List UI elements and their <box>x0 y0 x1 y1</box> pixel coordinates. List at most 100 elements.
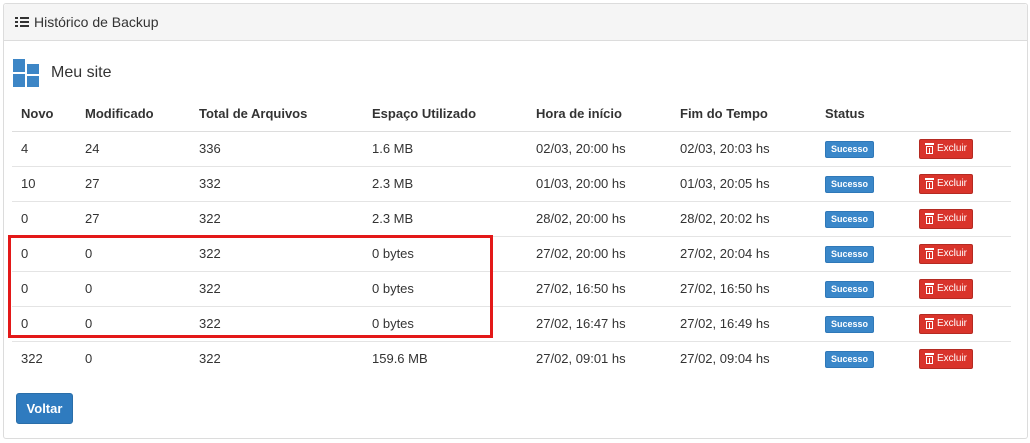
table-row: 4 24 336 1.6 MB 02/03, 20:00 hs 02/03, 20:03 … <box>12 131 1011 166</box>
delete-label: Excluir <box>937 318 968 329</box>
site-header: Meu site <box>13 59 111 87</box>
cell-actions: Excluir <box>910 165 1011 201</box>
cell-fim: 02/03, 20:03 hs <box>680 141 770 156</box>
col-header-novo: Novo <box>12 97 76 132</box>
col-header-total: Total de Arquivos <box>190 97 363 132</box>
delete-button[interactable]: Excluir <box>919 278 974 299</box>
cell-actions: Excluir <box>910 340 1011 376</box>
trash-icon <box>925 213 934 224</box>
delete-button[interactable]: Excluir <box>919 138 974 159</box>
table-row: 322 0 322 159.6 MB 27/02, 09:01 hs 27/02, 09:… <box>12 340 1011 376</box>
delete-button[interactable]: Excluir <box>919 173 974 194</box>
back-button[interactable]: Voltar <box>16 393 73 424</box>
table-row: 10 27 332 2.3 MB 01/03, 20:00 hs 01/03, 20:05… <box>12 165 1011 201</box>
trash-icon <box>925 353 934 365</box>
cell-total: 322 <box>190 340 363 376</box>
cell-status: Sucesso <box>816 340 910 376</box>
cell-novo: 10 <box>12 165 76 201</box>
cell-total: 322 <box>190 305 363 341</box>
cell-inicio: 28/02, 20:00 hs <box>527 200 671 236</box>
delete-button[interactable]: Excluir <box>919 313 974 334</box>
cell-novo: 4 <box>21 141 29 156</box>
panel-title: Histórico de Backup <box>34 14 159 30</box>
cell-inicio: 02/03, 20:00 hs <box>536 141 626 156</box>
cell-novo: 0 <box>12 270 76 306</box>
cell-total: 332 <box>190 165 363 201</box>
cell-actions: Excluir <box>910 235 1011 271</box>
cell-inicio: 27/02, 16:47 hs <box>527 305 671 341</box>
delete-button[interactable]: Excluir <box>919 243 974 264</box>
cell-espaco: 0 bytes <box>363 270 527 306</box>
cell-fim: 28/02, 20:02 hs <box>671 200 816 236</box>
delete-button[interactable]: Excluir <box>919 348 974 369</box>
trash-icon <box>925 318 934 329</box>
cell-novo: 0 <box>12 305 76 341</box>
trash-icon <box>925 143 934 154</box>
cell-inicio: 27/02, 20:00 hs <box>527 235 671 271</box>
col-header-fim: Fim do Tempo <box>671 97 816 132</box>
cell-modificado: 0 <box>76 340 190 376</box>
panel-heading: Histórico de Backup <box>4 4 1027 41</box>
cell-status: Sucesso <box>816 270 910 306</box>
cell-fim: 27/02, 20:04 hs <box>671 235 816 271</box>
delete-label: Excluir <box>937 213 968 224</box>
cell-total: 322 <box>190 235 363 271</box>
cell-espaco: 2.3 MB <box>363 200 527 236</box>
cell-inicio: 01/03, 20:00 hs <box>527 165 671 201</box>
cell-status: Sucesso <box>816 235 910 271</box>
cell-fim: 27/02, 09:04 hs <box>671 340 816 376</box>
cell-status: Sucesso <box>816 165 910 201</box>
col-header-inicio: Hora de início <box>527 97 671 132</box>
cell-actions: Excluir <box>910 270 1011 306</box>
status-badge: Sucesso <box>825 315 875 333</box>
cell-actions: Excluir <box>910 305 1011 341</box>
blocks-icon <box>13 59 39 87</box>
table-row: 0 0 322 0 bytes 27/02, 16:47 hs 27/02, 16:49 … <box>12 305 1011 341</box>
cell-actions: Excluir <box>910 131 1011 166</box>
cell-espaco: 0 bytes <box>363 305 527 341</box>
cell-fim: 01/03, 20:05 hs <box>671 165 816 201</box>
delete-label: Excluir <box>937 283 968 294</box>
trash-icon <box>925 283 934 294</box>
cell-modificado: 27 <box>76 165 190 201</box>
site-title: Meu site <box>51 64 112 81</box>
cell-actions: Excluir <box>910 200 1011 236</box>
cell-total: 336 <box>199 141 221 156</box>
table-header-row: Novo Modificado Total de Arquivos Espaço… <box>12 97 1011 132</box>
cell-inicio: 27/02, 09:01 hs <box>527 340 671 376</box>
cell-modificado: 0 <box>76 235 190 271</box>
col-header-modificado: Modificado <box>76 97 190 132</box>
col-header-actions <box>910 97 1011 132</box>
cell-novo: 0 <box>12 200 76 236</box>
cell-modificado: 0 <box>76 305 190 341</box>
delete-label: Excluir <box>937 353 968 365</box>
trash-icon <box>925 248 934 259</box>
status-badge: Sucesso <box>825 210 875 228</box>
status-badge: Sucesso <box>825 140 875 158</box>
cell-fim: 27/02, 16:49 hs <box>671 305 816 341</box>
cell-novo: 322 <box>12 340 76 376</box>
delete-label: Excluir <box>937 178 968 189</box>
cell-espaco: 1.6 MB <box>372 141 414 156</box>
cell-inicio: 27/02, 16:50 hs <box>527 270 671 306</box>
col-header-espaco: Espaço Utilizado <box>363 97 527 132</box>
delete-label: Excluir <box>937 248 968 259</box>
status-badge: Sucesso <box>825 350 875 368</box>
cell-status: Sucesso <box>816 200 910 236</box>
cell-total: 322 <box>190 270 363 306</box>
list-icon <box>15 16 29 28</box>
cell-total: 322 <box>190 200 363 236</box>
cell-espaco: 159.6 MB <box>363 340 527 376</box>
delete-button[interactable]: Excluir <box>919 208 974 229</box>
cell-modificado: 27 <box>76 200 190 236</box>
table-row: 0 0 322 0 bytes 27/02, 16:50 hs 27/02, 16:50 … <box>12 270 1011 306</box>
trash-icon <box>925 178 934 189</box>
cell-status: Sucesso <box>816 131 910 166</box>
col-header-status: Status <box>816 97 910 132</box>
status-badge: Sucesso <box>825 245 875 263</box>
cell-novo: 0 <box>12 235 76 271</box>
cell-espaco: 2.3 MB <box>363 165 527 201</box>
cell-espaco: 0 bytes <box>363 235 527 271</box>
backup-table: Novo Modificado Total de Arquivos Espaço… <box>12 97 1011 376</box>
table-row: 0 0 322 0 bytes 27/02, 20:00 hs 27/02, 20:04 … <box>12 235 1011 271</box>
